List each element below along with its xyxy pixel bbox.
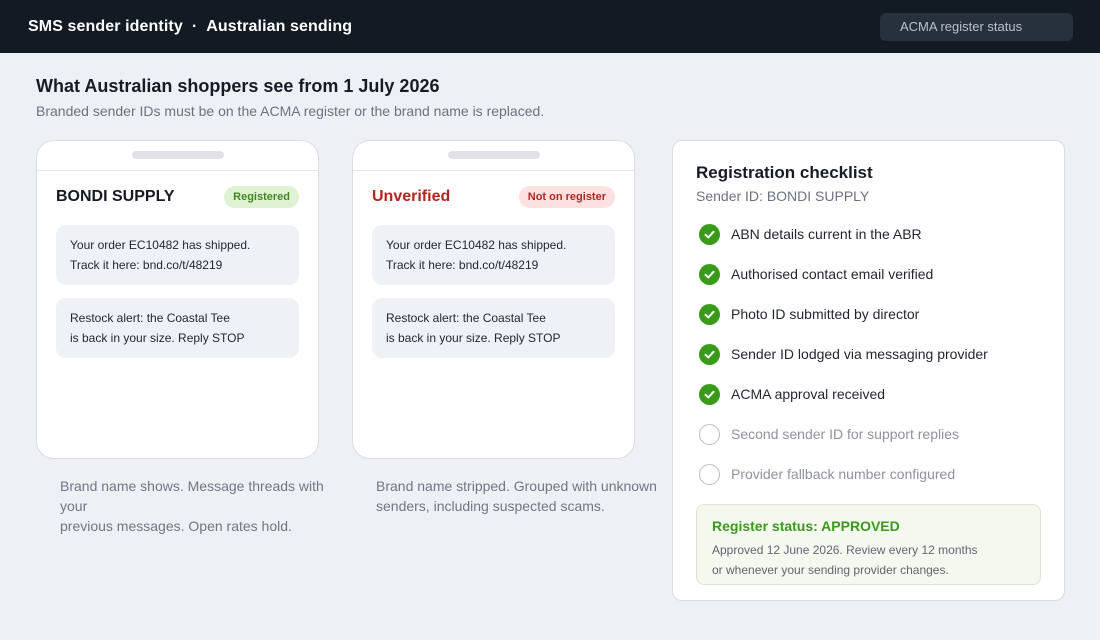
checklist-sender-id: Sender ID: BONDI SUPPLY xyxy=(696,188,870,204)
sender-name: Unverified xyxy=(372,188,451,205)
caption-line: senders, including suspected scams. xyxy=(376,498,605,514)
checklist-item: Second sender ID for support replies xyxy=(699,423,959,445)
message-line: Track it here: bnd.co/t/48219 xyxy=(386,258,539,272)
phone-notch xyxy=(132,151,224,159)
check-circle-icon xyxy=(699,343,720,365)
intro-subheading: Branded sender IDs must be on the ACMA r… xyxy=(36,103,545,119)
checklist-item: Provider fallback number configured xyxy=(699,463,955,485)
phone-preview-registered: BONDI SUPPLY Registered Your order EC104… xyxy=(36,140,319,459)
title-separator: · xyxy=(191,17,198,35)
checklist-item: Photo ID submitted by director xyxy=(699,303,919,325)
register-status-label: Register status: APPROVED xyxy=(712,518,900,534)
page-title: SMS sender identity · Australian sending xyxy=(28,18,352,36)
checklist-item-label: Sender ID lodged via messaging provider xyxy=(731,346,988,362)
checklist-item: ABN details current in the ABR xyxy=(699,223,922,245)
message-line: is back in your size. Reply STOP xyxy=(386,331,561,345)
phone-notch xyxy=(448,151,540,159)
checklist-item: Authorised contact email verified xyxy=(699,263,933,285)
check-circle-icon xyxy=(699,383,720,405)
phone-preview-unverified: Unverified Not on register Your order EC… xyxy=(352,140,635,459)
message-line: Track it here: bnd.co/t/48219 xyxy=(70,258,223,272)
registered-badge: Registered xyxy=(224,186,299,208)
check-circle-icon xyxy=(699,303,720,325)
check-circle-icon xyxy=(699,223,720,245)
note-line: or whenever your sending provider change… xyxy=(712,563,949,577)
registration-checklist-panel: Registration checklist Sender ID: BONDI … xyxy=(672,140,1065,601)
caption-line: Brand name shows. Message threads with y… xyxy=(60,478,324,514)
checklist-item-label: ABN details current in the ABR xyxy=(731,226,922,242)
checklist-item-label: ACMA approval received xyxy=(731,386,886,402)
checklist-item: ACMA approval received xyxy=(699,383,885,405)
phone-status-bar xyxy=(37,141,318,171)
sender-name: BONDI SUPPLY xyxy=(56,188,175,205)
sender-row: Unverified Not on register xyxy=(353,171,634,209)
register-status-box: Register status: APPROVED Approved 12 Ju… xyxy=(696,504,1041,585)
message-bubble: Your order EC10482 has shipped. Track it… xyxy=(372,225,615,285)
message-line: Your order EC10482 has shipped. xyxy=(386,238,567,252)
empty-circle-icon xyxy=(699,423,720,445)
message-line: Restock alert: the Coastal Tee xyxy=(70,311,230,325)
caption-line: previous messages. Open rates hold. xyxy=(60,518,292,534)
phone-status-bar xyxy=(353,141,634,171)
phone-caption-unverified: Brand name stripped. Grouped with unknow… xyxy=(376,476,666,516)
section-title: Australian sending xyxy=(206,17,353,35)
not-on-register-badge: Not on register xyxy=(518,186,615,208)
checklist-item-label: Provider fallback number configured xyxy=(731,466,956,482)
intro-heading: What Australian shoppers see from 1 July… xyxy=(36,76,440,96)
note-line: Approved 12 June 2026. Review every 12 m… xyxy=(712,543,978,557)
checklist-item-label: Authorised contact email verified xyxy=(731,266,934,282)
register-status-note: Approved 12 June 2026. Review every 12 m… xyxy=(712,540,1025,580)
message-line: Your order EC10482 has shipped. xyxy=(70,238,251,252)
caption-line: Brand name stripped. Grouped with unknow… xyxy=(376,478,657,494)
checklist-item: Sender ID lodged via messaging provider xyxy=(699,343,988,365)
message-bubble: Restock alert: the Coastal Tee is back i… xyxy=(56,298,299,358)
message-line: is back in your size. Reply STOP xyxy=(70,331,245,345)
phone-caption-registered: Brand name shows. Message threads with y… xyxy=(60,476,350,536)
check-circle-icon xyxy=(699,263,720,285)
checklist-item-label: Second sender ID for support replies xyxy=(731,426,960,442)
empty-circle-icon xyxy=(699,463,720,485)
checklist-title: Registration checklist xyxy=(696,163,873,182)
sender-row: BONDI SUPPLY Registered xyxy=(37,171,318,209)
message-line: Restock alert: the Coastal Tee xyxy=(386,311,546,325)
acma-register-status-button[interactable]: ACMA register status xyxy=(880,13,1073,41)
message-bubble: Your order EC10482 has shipped. Track it… xyxy=(56,225,299,285)
message-bubble: Restock alert: the Coastal Tee is back i… xyxy=(372,298,615,358)
checklist-item-label: Photo ID submitted by director xyxy=(731,306,920,322)
app-title: SMS sender identity xyxy=(28,17,183,35)
